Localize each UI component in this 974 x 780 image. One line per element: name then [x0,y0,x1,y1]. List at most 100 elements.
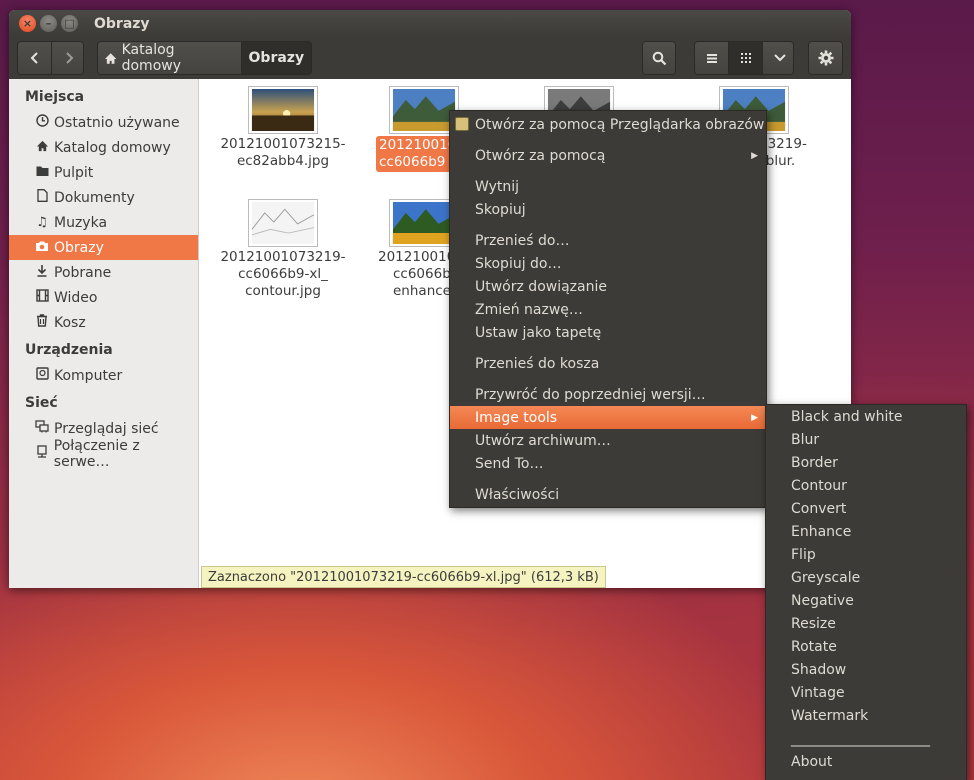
menu-item-label: Vintage [791,684,845,701]
search-button[interactable] [642,42,676,74]
menu-separator [450,375,766,383]
file-name: contour.jpg [245,283,321,299]
sidebar-item-music[interactable]: ♫ Muzyka [9,210,198,235]
menu-item-label: Black and white [791,408,903,425]
sidebar-item-recent[interactable]: Ostatnio używane [9,110,198,135]
view-options-button[interactable] [763,42,794,74]
sidebar-item-computer[interactable]: Komputer [9,363,198,388]
file-item[interactable]: 20121001073219- cc6066b9-xl_ contour.jpg [218,200,348,300]
menu-item-set-wallpaper[interactable]: Ustaw jako tapetę [450,321,766,344]
breadcrumb-home[interactable]: Katalog domowy [98,42,242,74]
menu-item-move-to-trash[interactable]: Przenieś do kosza [450,352,766,375]
sidebar-item-label: Katalog domowy [54,139,171,156]
menu-item-properties[interactable]: Właściwości [450,483,766,506]
sidebar-item-pictures[interactable]: Obrazy [9,235,198,260]
tool-rotate[interactable]: Rotate [766,635,966,658]
file-name: cc6066b9-xl_ [238,266,328,282]
menu-item-create-archive[interactable]: Utwórz archiwum… [450,429,766,452]
file-name: 20121001073219- [220,249,346,265]
titlebar[interactable]: × – □ Obrazy [9,10,851,37]
sidebar-item-home[interactable]: Katalog domowy [9,135,198,160]
maximize-window-button[interactable]: □ [61,15,78,32]
sidebar: Miejsca Ostatnio używane Katalog domowy … [9,79,199,588]
submenu-arrow-icon: ▶ [751,412,758,423]
menu-item-label: Enhance [791,523,852,540]
sidebar-item-connect-server[interactable]: Połączenie z serwe… [9,438,198,470]
tool-contour[interactable]: Contour [766,474,966,497]
breadcrumb-current[interactable]: Obrazy [241,42,311,74]
menu-item-label: Zmień nazwę… [475,301,583,318]
tool-enhance[interactable]: Enhance [766,520,966,543]
menu-item-make-link[interactable]: Utwórz dowiązanie [450,275,766,298]
history-nav [17,41,85,75]
menu-item-label: Contour [791,477,847,494]
image-thumbnail [249,200,317,246]
tool-border[interactable]: Border [766,451,966,474]
menu-item-move-to[interactable]: Przenieś do… [450,229,766,252]
menu-item-copy-to[interactable]: Skopiuj do… [450,252,766,275]
menu-item-send-to[interactable]: Send To… [450,452,766,475]
sidebar-item-label: Kosz [54,314,86,331]
menu-item-label: Skopiuj do… [475,255,562,272]
menu-item-label: Utwórz archiwum… [475,432,611,449]
breadcrumb-home-label: Katalog domowy [121,42,181,74]
server-icon [34,445,50,462]
image-thumbnail [390,200,458,246]
search-group [641,41,677,75]
file-name: 20121001073215- [220,136,346,152]
tool-black-and-white[interactable]: Black and white [766,405,966,428]
file-name: ec82abb4.jpg [236,153,330,169]
sidebar-item-trash[interactable]: Kosz [9,310,198,335]
sidebar-item-videos[interactable]: Wideo [9,285,198,310]
menu-item-open-with[interactable]: Otwórz za pomocą ▶ [450,144,766,167]
menu-item-rename[interactable]: Zmień nazwę… [450,298,766,321]
menu-separator [450,167,766,175]
close-window-button[interactable]: × [19,15,36,32]
computer-icon [34,367,50,384]
menu-item-label: Otwórz za pomocą Przeglądarka obrazów [475,116,765,133]
menu-item-revert-version[interactable]: Przywróć do poprzedniej wersji… [450,383,766,406]
menu-item-label: Właściwości [475,486,560,503]
sidebar-section-places: Miejsca [25,89,85,105]
status-bar: Zaznaczono "20121001073219-cc6066b9-xl.j… [201,566,606,588]
sidebar-item-label: Muzyka [54,214,108,231]
menu-item-image-tools[interactable]: Image tools ▶ [450,406,766,429]
breadcrumb-current-label: Obrazy [248,50,305,66]
chevron-left-icon [30,52,38,64]
breadcrumb: Katalog domowy Obrazy [97,41,312,75]
sidebar-item-desktop[interactable]: Pulpit [9,160,198,185]
folder-icon [34,165,50,181]
menu-item-label: Wytnij [475,178,520,195]
tool-negative[interactable]: Negative [766,589,966,612]
menu-item-copy[interactable]: Skopiuj [450,198,766,221]
tool-greyscale[interactable]: Greyscale [766,566,966,589]
grid-view-button[interactable] [729,42,764,74]
home-icon [105,52,117,64]
tool-about[interactable]: About [766,750,966,773]
settings-button[interactable] [809,42,843,74]
tool-flip[interactable]: Flip [766,543,966,566]
tool-resize[interactable]: Resize [766,612,966,635]
file-item[interactable]: 20121001073215- ec82abb4.jpg [218,87,348,170]
forward-button[interactable] [52,42,84,74]
tool-shadow[interactable]: Shadow [766,658,966,681]
menu-item-label: Przywróć do poprzedniej wersji… [475,386,706,403]
tool-watermark[interactable]: Watermark [766,704,966,727]
sidebar-item-documents[interactable]: Dokumenty [9,185,198,210]
menu-item-open-image-viewer[interactable]: Otwórz za pomocą Przeglądarka obrazów [450,113,766,136]
menu-item-label: Shadow [791,661,847,678]
sidebar-item-label: Pobrane [54,264,112,281]
tool-convert[interactable]: Convert [766,497,966,520]
menu-item-cut[interactable]: Wytnij [450,175,766,198]
menu-item-label: Image tools [475,409,558,426]
back-button[interactable] [18,42,52,74]
tool-vintage[interactable]: Vintage [766,681,966,704]
network-icon [34,420,50,437]
sidebar-item-downloads[interactable]: Pobrane [9,260,198,285]
menu-separator [450,221,766,229]
window-title: Obrazy [94,15,150,32]
minimize-window-button[interactable]: – [40,15,57,32]
tool-blur[interactable]: Blur [766,428,966,451]
list-view-button[interactable] [695,42,730,74]
toolbar: Katalog domowy Obrazy [9,37,851,79]
